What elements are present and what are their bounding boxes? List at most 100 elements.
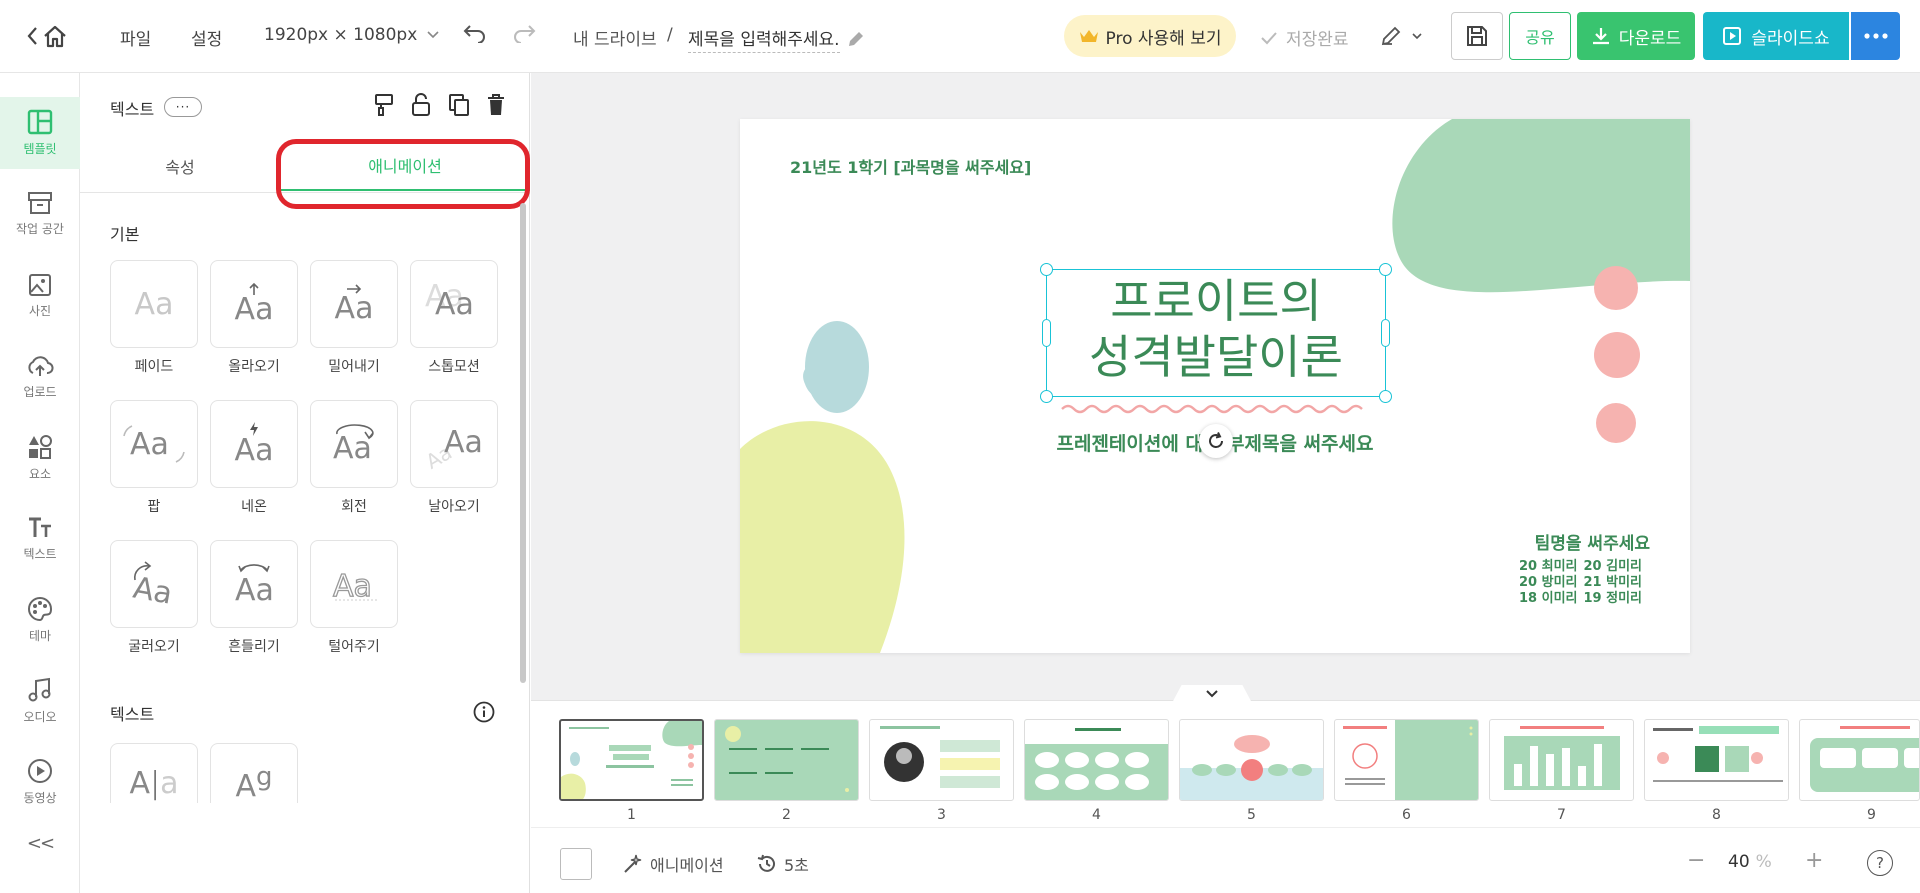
slide-thumbnail-6[interactable] xyxy=(1334,719,1479,801)
slide-thumbnail-4[interactable] xyxy=(1024,719,1169,801)
tab-properties[interactable]: 속성 xyxy=(80,141,280,191)
menu-file[interactable]: 파일 xyxy=(120,25,151,50)
download-icon xyxy=(1592,28,1609,45)
chevron-down-icon[interactable] xyxy=(1205,689,1219,699)
pro-trial-button[interactable]: Pro 사용해 보기 xyxy=(1064,15,1236,57)
collapse-nav-button[interactable]: << xyxy=(0,833,80,854)
resize-handle-se[interactable] xyxy=(1379,390,1392,403)
member: 20 방미리 xyxy=(1519,575,1578,590)
anim-rotate-card[interactable]: Aa xyxy=(310,400,398,488)
push-preview-icon: Aa xyxy=(334,290,374,326)
resize-handle-ne[interactable] xyxy=(1379,263,1392,276)
anim-stopmotion-card[interactable]: Aa Aa xyxy=(410,260,498,348)
slide-thumbnail-9[interactable] xyxy=(1799,719,1920,801)
nav-text[interactable]: 텍스트 xyxy=(0,503,80,575)
nav-workspace[interactable]: 작업 공간 xyxy=(0,178,80,250)
breadcrumb-drive[interactable]: 내 드라이브 xyxy=(573,25,657,50)
anim-roll-card[interactable]: Aa xyxy=(110,540,198,628)
anim-dust-card[interactable]: Aa xyxy=(310,540,398,628)
slide-thumbnail-7[interactable] xyxy=(1489,719,1634,801)
slide-thumbnail-1[interactable] xyxy=(559,719,704,801)
anim-fade-card[interactable]: Aa xyxy=(110,260,198,348)
nav-video[interactable]: 동영상 xyxy=(0,746,80,818)
canvas-size-value: 1920px × 1080px xyxy=(264,25,418,45)
redo-button[interactable] xyxy=(512,23,536,43)
background-color-swatch[interactable] xyxy=(560,848,592,880)
save-status: 저장완료 xyxy=(1260,25,1349,50)
animation-toggle-button[interactable]: 애니메이션 xyxy=(622,852,724,876)
trash-icon[interactable] xyxy=(487,93,505,121)
nav-upload-label: 업로드 xyxy=(23,385,57,399)
anim-fly-card[interactable]: Aa Aa xyxy=(410,400,498,488)
slide-thumbnail-8[interactable] xyxy=(1644,719,1789,801)
anim-rise-card[interactable]: Aa xyxy=(210,260,298,348)
help-button[interactable]: ? xyxy=(1867,850,1893,876)
resize-handle-e[interactable] xyxy=(1381,319,1390,347)
fade-preview-icon: Aa xyxy=(134,286,174,322)
text-icon xyxy=(29,517,51,537)
rotate-handle[interactable] xyxy=(1199,424,1233,458)
zoom-out-button[interactable]: − xyxy=(1687,848,1705,873)
selected-title-box[interactable]: 프로이트의 성격발달이론 xyxy=(1040,263,1392,403)
canvas-size-select[interactable]: 1920px × 1080px xyxy=(264,25,439,45)
slide-course-text[interactable]: 21년도 1학기 [과목명을 써주세요] xyxy=(790,154,1031,178)
anim-neon-card[interactable]: Aa xyxy=(210,400,298,488)
save-button[interactable] xyxy=(1451,12,1503,60)
bottom-status-bar: 애니메이션 5초 − 40 % + ? xyxy=(531,827,1920,893)
nav-audio[interactable]: 오디오 xyxy=(0,665,80,737)
slide-team-text[interactable]: 팀명을 써주세요 xyxy=(1480,529,1650,554)
info-icon[interactable] xyxy=(473,701,495,727)
share-button[interactable]: 공유 xyxy=(1509,12,1571,60)
mint-blob-shape xyxy=(1392,119,1690,293)
more-options-button[interactable] xyxy=(1851,12,1900,60)
resize-handle-nw[interactable] xyxy=(1040,263,1053,276)
slideshow-label: 슬라이드쇼 xyxy=(1751,28,1830,49)
zoom-level-value: 40 xyxy=(1728,852,1750,872)
format-painter-icon[interactable] xyxy=(373,93,395,121)
slide-duration-button[interactable]: 5초 xyxy=(756,852,809,876)
stopmotion-preview-icon: Aa xyxy=(435,287,474,322)
undo-button[interactable] xyxy=(463,23,487,43)
text-anim-typing-card[interactable]: A|a xyxy=(110,743,198,803)
nav-template[interactable]: 템플릿 xyxy=(0,97,80,169)
anim-roll-label: 굴러오기 xyxy=(128,639,180,655)
left-navigation: 템플릿 작업 공간 사진 업로드 요소 텍스트 테마 오디오 동영상 << xyxy=(0,73,80,893)
anim-rotate-label: 회전 xyxy=(341,499,367,515)
nav-elements[interactable]: 요소 xyxy=(0,422,80,494)
chevron-down-icon xyxy=(427,31,439,39)
slide-thumbnail-3[interactable] xyxy=(869,719,1014,801)
zoom-in-button[interactable]: + xyxy=(1805,848,1823,873)
nav-theme[interactable]: 테마 xyxy=(0,584,80,656)
draw-tool-button[interactable] xyxy=(1380,25,1422,47)
svg-text:Aa: Aa xyxy=(235,573,274,608)
duplicate-icon[interactable] xyxy=(448,93,470,121)
top-toolbar: 파일 설정 1920px × 1080px 내 드라이브 / 제목을 입력해주세… xyxy=(0,0,1920,73)
slide-members-block[interactable]: 20 최미리 20 김미리 20 방미리 21 박미리 18 이미리 19 정미리 xyxy=(1480,559,1642,607)
slide-thumbnail-2[interactable] xyxy=(714,719,859,801)
nav-upload[interactable]: 업로드 xyxy=(0,341,80,413)
resize-handle-sw[interactable] xyxy=(1040,390,1053,403)
anim-push-card[interactable]: Aa xyxy=(310,260,398,348)
resize-handle-w[interactable] xyxy=(1042,319,1051,347)
anim-fade-label: 페이드 xyxy=(134,359,174,375)
anim-pop-card[interactable]: Aa xyxy=(110,400,198,488)
slide-thumbnail-5[interactable] xyxy=(1179,719,1324,801)
slideshow-button[interactable]: 슬라이드쇼 xyxy=(1703,12,1849,60)
anim-shake-card[interactable]: Aa xyxy=(210,540,298,628)
doc-title-field[interactable]: 제목을 입력해주세요. xyxy=(688,25,866,53)
dust-preview-icon: Aa xyxy=(332,568,377,605)
chevron-down-icon xyxy=(1412,32,1422,39)
panel-more-button[interactable]: ··· xyxy=(164,97,202,117)
text-anim-letter-card[interactable]: Ag xyxy=(210,743,298,804)
section-basic-label: 기본 xyxy=(110,225,140,244)
panel-scrollbar[interactable] xyxy=(520,203,526,683)
photo-icon xyxy=(29,274,51,296)
nav-photo[interactable]: 사진 xyxy=(0,260,80,332)
unlock-icon[interactable] xyxy=(411,93,431,121)
slide-canvas[interactable]: 21년도 1학기 [과목명을 써주세요] 프로이트의 성격발달이론 프레젠테이션… xyxy=(740,119,1690,653)
download-button[interactable]: 다운로드 xyxy=(1577,12,1695,60)
back-home-button[interactable] xyxy=(26,24,68,48)
zoom-level[interactable]: 40 % xyxy=(1728,852,1772,872)
menu-settings[interactable]: 설정 xyxy=(191,25,222,50)
slide-number: 7 xyxy=(1557,807,1566,823)
